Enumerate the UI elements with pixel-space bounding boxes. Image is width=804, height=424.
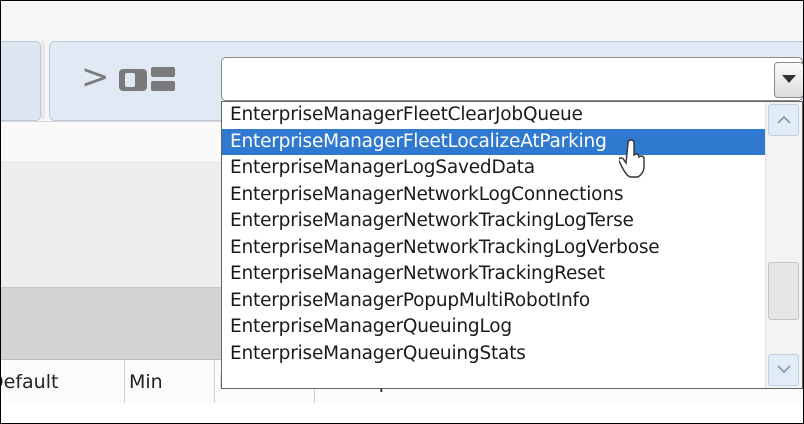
list-item-selected[interactable]: EnterpriseManagerFleetLocalizeAtParking (222, 128, 766, 155)
column-header-default[interactable]: Default (1, 360, 125, 404)
column-header-min[interactable]: Min (125, 360, 215, 404)
list-item[interactable]: EnterpriseManagerQueuingStats (222, 341, 766, 368)
table-body (1, 403, 803, 423)
list-item[interactable]: EnterpriseManagerNetworkLogConnections (222, 182, 766, 209)
scroll-up-button[interactable] (768, 104, 799, 136)
scroll-down-button[interactable] (768, 354, 799, 386)
app-window: > Default Min Max Description Enterprise… (0, 0, 804, 424)
list-item[interactable]: EnterpriseManagerPopupMultiRobotInfo (222, 288, 766, 315)
mouse-pointer-icon (619, 139, 645, 178)
chevron-up-icon (777, 115, 791, 124)
list-item[interactable]: EnterpriseManagerQueuingLog (222, 314, 766, 341)
list-item[interactable]: EnterpriseManagerNetworkTrackingLogVerbo… (222, 235, 766, 262)
dropdown-items: EnterpriseManagerFleetClearJobQueue Ente… (222, 102, 766, 388)
robot-fleet-icon[interactable] (117, 63, 177, 97)
list-item[interactable]: EnterpriseManagerLogSavedData (222, 155, 766, 182)
scroll-thumb[interactable] (768, 262, 799, 320)
chevron-down-icon (782, 75, 796, 83)
chevron-right-icon: > (81, 57, 110, 97)
toolbar-separator (41, 41, 45, 119)
list-item[interactable]: EnterpriseManagerNetworkTrackingLogTerse (222, 208, 766, 235)
command-combobox[interactable] (221, 57, 803, 101)
list-item[interactable]: EnterpriseManagerNetworkTrackingReset (222, 261, 766, 288)
combobox-dropdown-button[interactable] (774, 62, 803, 98)
chevron-down-icon (777, 365, 791, 374)
combobox-dropdown-list[interactable]: EnterpriseManagerFleetClearJobQueue Ente… (221, 101, 803, 389)
dropdown-scrollbar[interactable] (765, 102, 802, 388)
list-item[interactable]: EnterpriseManagerFleetClearJobQueue (222, 102, 766, 129)
toolbar-panel-left (1, 41, 41, 121)
